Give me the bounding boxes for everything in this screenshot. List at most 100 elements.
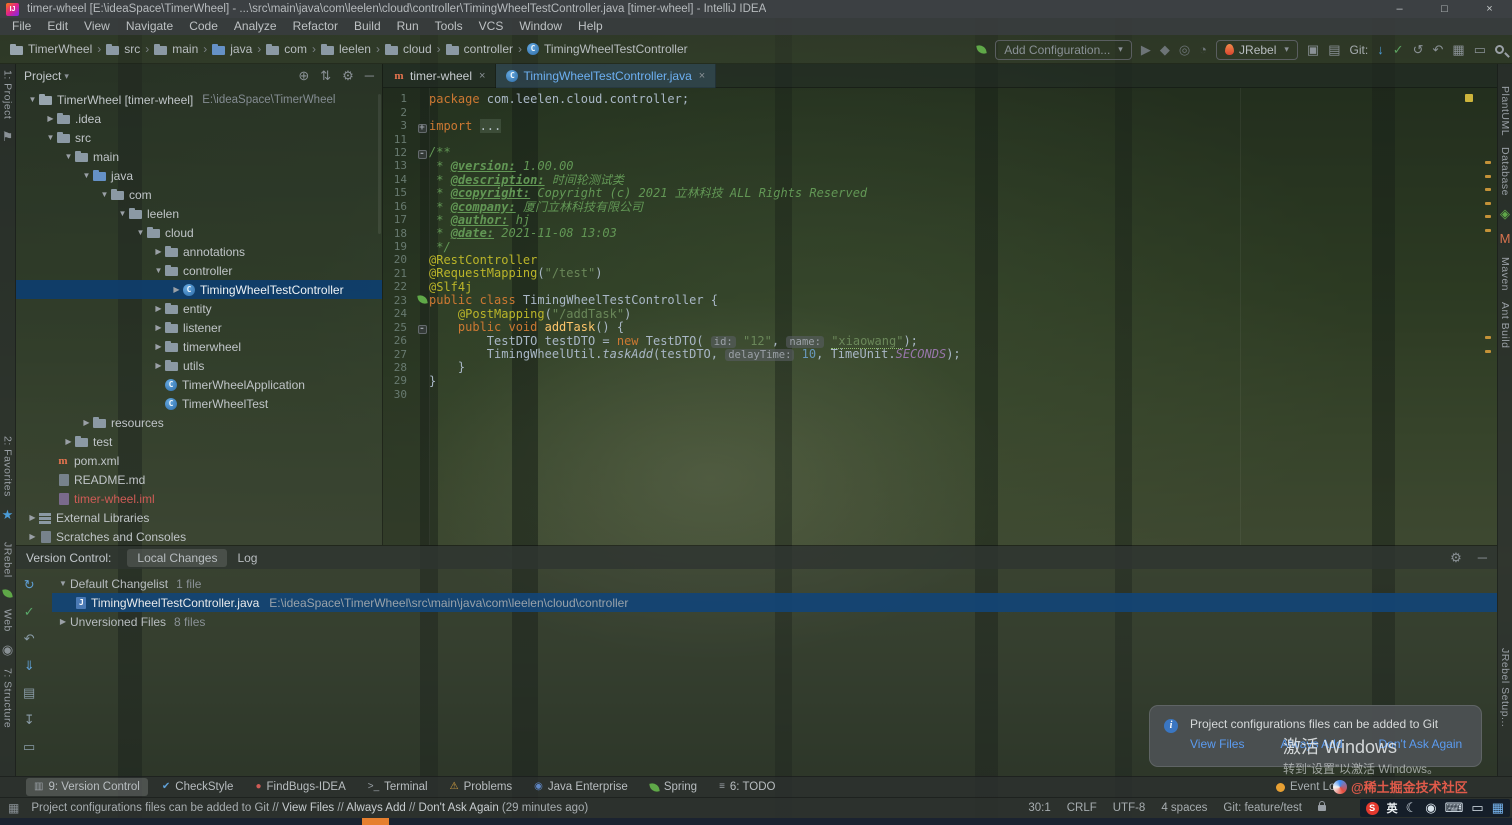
tree-expand-icon[interactable]: ▶ bbox=[152, 342, 165, 351]
tree-collapse-icon[interactable]: ▼ bbox=[56, 579, 70, 588]
status-link[interactable]: View Files bbox=[282, 802, 334, 814]
editor-tab[interactable]: m timer-wheel × bbox=[383, 64, 497, 88]
tree-item[interactable]: ▶ annotations bbox=[16, 242, 382, 261]
code-line[interactable]: 25- public void addTask() { bbox=[383, 320, 1497, 335]
code-line[interactable]: 2 bbox=[383, 105, 1497, 119]
layout-icon[interactable]: ▤ bbox=[1328, 42, 1340, 57]
vcs-tab-local-changes[interactable]: Local Changes bbox=[127, 548, 228, 567]
breadcrumb-item[interactable]: leelen bbox=[320, 42, 371, 56]
maven-stripe-icon[interactable]: M bbox=[1500, 232, 1511, 246]
maximize-button[interactable]: □ bbox=[1422, 0, 1467, 18]
sogou-icon[interactable]: S bbox=[1365, 801, 1379, 815]
code-line[interactable]: 19 */ bbox=[383, 240, 1497, 254]
toolwindow-todo[interactable]: ≡ 6: TODO bbox=[711, 778, 783, 796]
tree-expand-icon[interactable]: ▶ bbox=[44, 114, 57, 123]
line-separator[interactable]: CRLF bbox=[1067, 802, 1097, 814]
warning-stripe-mark[interactable] bbox=[1485, 188, 1491, 192]
jrebel-leaf-icon[interactable] bbox=[976, 44, 987, 55]
taskbar-active-app[interactable] bbox=[362, 818, 389, 825]
tree-item[interactable]: ▼ leelen bbox=[16, 204, 382, 223]
breadcrumb-item[interactable]: controller bbox=[445, 42, 513, 56]
ime-indicator[interactable]: 英 bbox=[1387, 800, 1398, 816]
breadcrumb-item[interactable]: TimerWheel bbox=[10, 42, 92, 56]
toolwindow-checkstyle[interactable]: ✔ CheckStyle bbox=[154, 778, 242, 796]
tree-expand-icon[interactable]: ▶ bbox=[152, 304, 165, 313]
fold-expand-icon[interactable]: + bbox=[417, 123, 427, 133]
menu-navigate[interactable]: Navigate bbox=[118, 18, 181, 35]
search-icon[interactable] bbox=[1495, 45, 1504, 54]
tree-expand-icon[interactable]: ▶ bbox=[152, 323, 165, 332]
indent-style[interactable]: 4 spaces bbox=[1161, 802, 1207, 814]
fold-marker[interactable]: - bbox=[415, 145, 429, 160]
tree-item[interactable]: ▼ cloud bbox=[16, 223, 382, 242]
unshelve-icon[interactable]: ↧ bbox=[24, 713, 35, 727]
code-line[interactable]: 30 bbox=[383, 388, 1497, 401]
tree-item[interactable]: ▼ com bbox=[16, 185, 382, 204]
code-area[interactable]: 1 package com.leelen.cloud.controller; 2 3 +… bbox=[383, 88, 1497, 545]
tree-expand-icon[interactable]: ▶ bbox=[152, 247, 165, 256]
changelist-group[interactable]: ▼ Default Changelist 1 file bbox=[52, 574, 1497, 593]
vcs-settings-icon[interactable]: ⚙ bbox=[1450, 550, 1462, 565]
eye-icon[interactable]: ◉ bbox=[2, 642, 13, 657]
vcs-tab-log[interactable]: Log bbox=[227, 549, 267, 567]
breadcrumb-item[interactable]: com bbox=[266, 42, 307, 56]
tree-item[interactable]: ▶ entity bbox=[16, 299, 382, 318]
tree-item[interactable]: ▼ TimerWheel [timer-wheel] E:\ideaSpace\Ti… bbox=[16, 90, 382, 109]
grid-icon[interactable]: ▦ bbox=[1492, 801, 1504, 815]
toolwindow-problems[interactable]: ⚠ Problems bbox=[442, 778, 521, 796]
tree-item[interactable]: ▶ timerwheel bbox=[16, 337, 382, 356]
favorites-star-icon[interactable]: ★ bbox=[2, 507, 14, 522]
stripe-item-jrebel-setup-[interactable]: JRebel Setup... bbox=[1499, 648, 1511, 727]
tree-item[interactable]: ▼ java bbox=[16, 166, 382, 185]
code-line[interactable]: 3 + import ... bbox=[383, 118, 1497, 133]
fold-collapse-icon[interactable]: - bbox=[417, 150, 427, 160]
run-configuration-select[interactable]: Add Configuration... ▾ bbox=[995, 39, 1132, 60]
tree-item[interactable]: ▶ .idea bbox=[16, 109, 382, 128]
tree-collapse-icon[interactable]: ▼ bbox=[134, 228, 147, 237]
changed-file-row[interactable]: TimingWheelTestController.java E:\ideaSpa… bbox=[52, 593, 1497, 612]
warning-stripe-mark[interactable] bbox=[1485, 201, 1491, 205]
stripe-item-database[interactable]: Database bbox=[1499, 147, 1511, 196]
warning-stripe-mark[interactable] bbox=[1485, 174, 1491, 178]
readonly-lock-icon[interactable] bbox=[1318, 801, 1326, 811]
tree-item[interactable]: timer-wheel.iml bbox=[16, 489, 382, 508]
tree-expand-icon[interactable]: ▶ bbox=[152, 361, 165, 370]
menu-edit[interactable]: Edit bbox=[39, 18, 76, 35]
code-line[interactable]: 12-/** bbox=[383, 145, 1497, 160]
bookmark-icon[interactable]: ⚑ bbox=[2, 130, 14, 144]
code-line[interactable]: 23 public class TimingWheelTestController… bbox=[383, 293, 1497, 307]
code-line[interactable]: 24 @PostMapping("/addTask") bbox=[383, 307, 1497, 321]
git-rollback-icon[interactable]: ↶ bbox=[1433, 42, 1444, 57]
rollback-icon[interactable]: ↶ bbox=[24, 632, 35, 646]
coverage-icon[interactable]: ◎ bbox=[1179, 42, 1190, 57]
warning-stripe-mark[interactable] bbox=[1485, 161, 1491, 165]
spring-bean-icon[interactable] bbox=[416, 294, 428, 305]
spring-bean-icon[interactable] bbox=[415, 293, 429, 307]
rebel-run-icon[interactable]: ▣ bbox=[1307, 42, 1319, 57]
editor-tab[interactable]: C TimingWheelTestController.java × bbox=[496, 64, 717, 88]
restore-layout-icon[interactable]: ▭ bbox=[1474, 42, 1486, 57]
toolwindow-findbugs[interactable]: ● FindBugs-IDEA bbox=[247, 778, 353, 796]
tree-item[interactable]: C TimerWheelApplication bbox=[16, 375, 382, 394]
code-line[interactable]: 28 } bbox=[383, 360, 1497, 374]
code-line[interactable]: 20 @RestController bbox=[383, 253, 1497, 267]
close-button[interactable]: × bbox=[1467, 0, 1512, 18]
tree-item[interactable]: ▶ listener bbox=[16, 318, 382, 337]
menu-refactor[interactable]: Refactor bbox=[285, 18, 346, 35]
stripe-item-1-project[interactable]: 1: Project bbox=[2, 70, 14, 119]
toolwindow-terminal[interactable]: >_ Terminal bbox=[360, 778, 436, 796]
warning-stripe-mark[interactable] bbox=[1485, 336, 1491, 340]
menu-file[interactable]: File bbox=[4, 18, 39, 35]
code-line[interactable]: 22 @Slf4j bbox=[383, 280, 1497, 294]
mic-icon[interactable]: ◉ bbox=[1425, 801, 1436, 815]
refresh-icon[interactable]: ↻ bbox=[24, 578, 35, 592]
git-branch[interactable]: Git: feature/test bbox=[1223, 802, 1302, 814]
tree-item[interactable]: C TimerWheelTest bbox=[16, 394, 382, 413]
keyboard-icon[interactable]: ⌨ bbox=[1445, 801, 1464, 815]
stripe-item-7-structure[interactable]: 7: Structure bbox=[2, 668, 14, 728]
tree-collapse-icon[interactable]: ▼ bbox=[26, 95, 39, 104]
menu-vcs[interactable]: VCS bbox=[471, 18, 512, 35]
warning-stripe-mark[interactable] bbox=[1485, 228, 1491, 232]
notification-link-view-files[interactable]: View Files bbox=[1190, 737, 1244, 751]
tree-collapse-icon[interactable]: ▼ bbox=[116, 209, 129, 218]
